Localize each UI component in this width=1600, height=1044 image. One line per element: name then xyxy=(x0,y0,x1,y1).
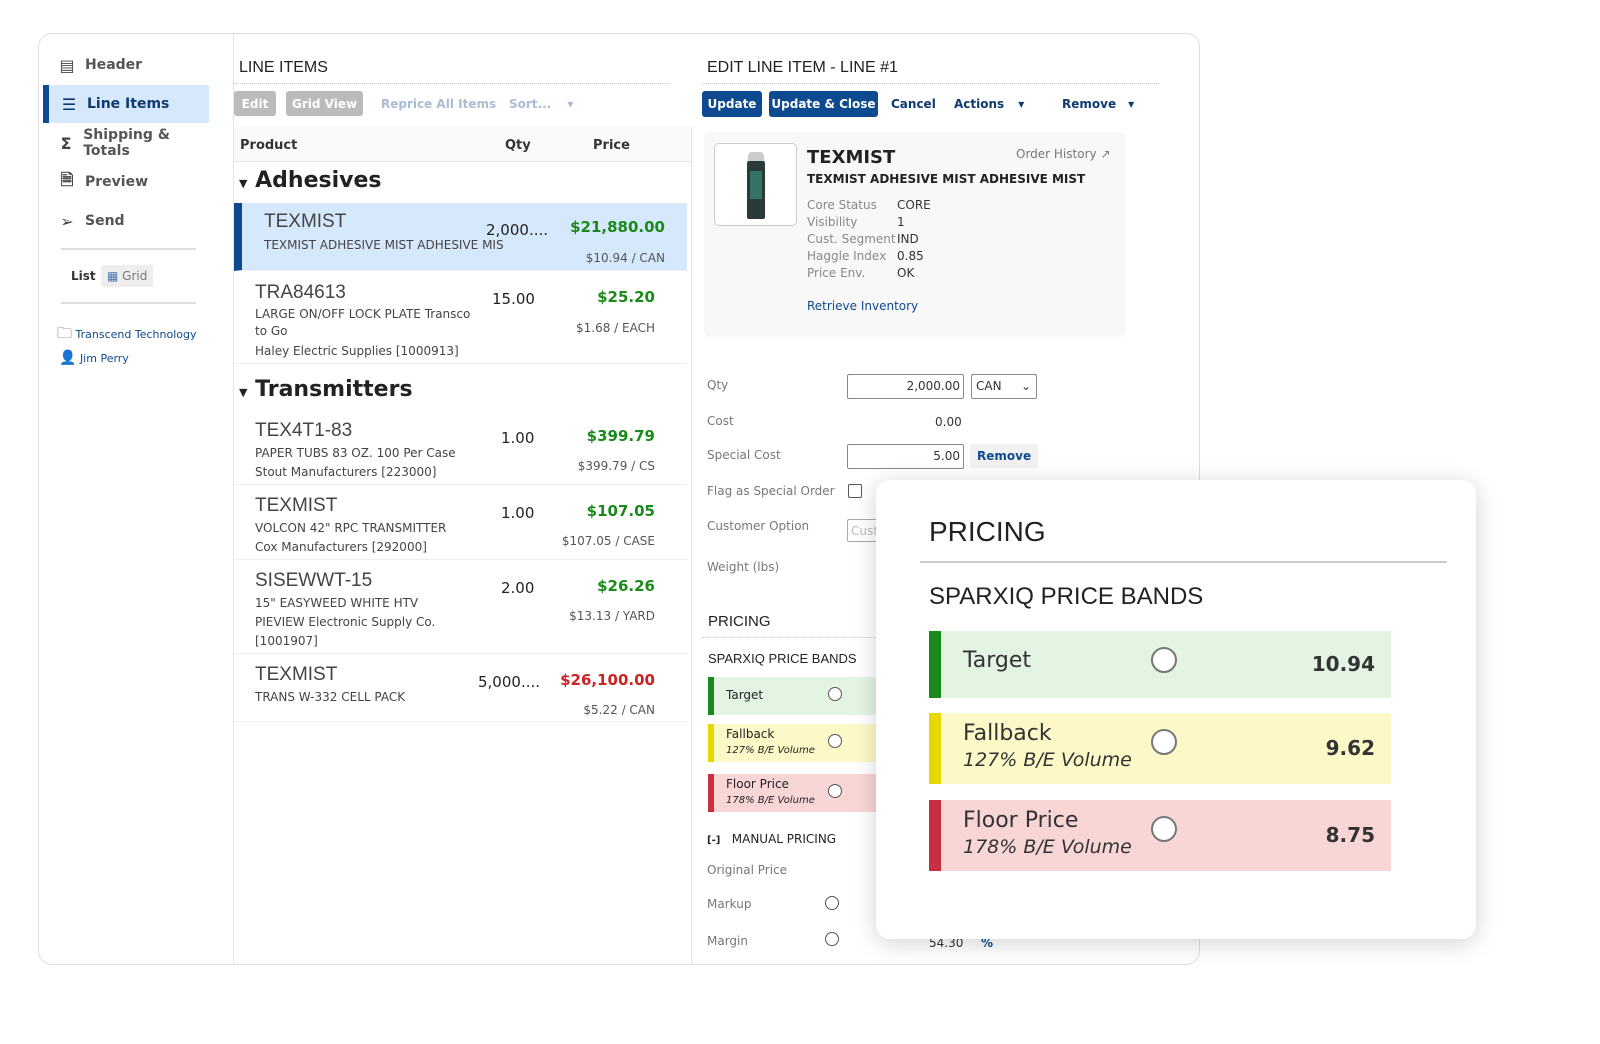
price-bands-title: SPARXIQ PRICE BANDS xyxy=(708,651,857,666)
folder-icon: 🗀 xyxy=(57,324,73,342)
table-row[interactable]: TEXMIST TRANS W-332 CELL PACK 5,000.... … xyxy=(234,656,687,722)
divider xyxy=(920,561,1447,563)
reprice-all-button[interactable]: Reprice All Items xyxy=(381,97,496,111)
remove-dropdown[interactable]: Remove ▾ xyxy=(1062,97,1134,111)
fallback-radio[interactable] xyxy=(1151,729,1177,755)
edit-button[interactable]: Edit xyxy=(234,91,276,116)
table-row[interactable]: SISEWWT-15 15" EASYWEED WHITE HTV PIEVIE… xyxy=(234,562,687,654)
target-radio[interactable] xyxy=(828,687,842,701)
product-attributes: Core Status CORE Visibility 1 Cust. Segmen… xyxy=(807,198,931,280)
divider xyxy=(691,127,692,964)
external-link-icon: ↗ xyxy=(1100,147,1111,161)
callout-band-fallback[interactable]: Fallback 127% B/E Volume 9.62 xyxy=(929,713,1391,784)
update-close-button[interactable]: Update & Close xyxy=(769,91,878,117)
pricing-callout: PRICING SPARXIQ PRICE BANDS Target 10.94… xyxy=(876,480,1476,939)
flag-label: Flag as Special Order xyxy=(707,484,835,498)
sidebar-item-header[interactable]: ▤ Header xyxy=(43,46,209,84)
actions-dropdown[interactable]: Actions ▾ xyxy=(954,97,1024,111)
target-radio[interactable] xyxy=(1151,647,1177,673)
manual-pricing-toggle[interactable]: [-] MANUAL PRICING xyxy=(707,832,836,846)
user-link[interactable]: 👤 Jim Perry xyxy=(59,350,129,366)
sidebar-item-line-items[interactable]: ☰ Line Items xyxy=(43,85,209,123)
margin-label: Margin xyxy=(707,934,748,948)
sort-dropdown[interactable]: Sort... ▾ xyxy=(509,97,573,111)
column-product[interactable]: Product xyxy=(240,138,297,153)
uom-select[interactable]: CAN ⌄ xyxy=(971,374,1037,399)
grid-view-toggle[interactable]: ▦ Grid xyxy=(101,265,154,287)
qty-input[interactable]: 2,000.00 xyxy=(847,374,964,399)
sigma-icon: Σ xyxy=(60,133,72,153)
product-name: TEXMIST ADHESIVE MIST ADHESIVE MIST xyxy=(807,172,1086,186)
user-icon: 👤 xyxy=(59,350,77,366)
list-view-toggle[interactable]: List xyxy=(63,265,104,287)
group-header[interactable]: ▼ Adhesives xyxy=(239,168,382,193)
group-header[interactable]: ▼ Transmitters xyxy=(239,377,413,402)
floor-radio[interactable] xyxy=(828,784,842,798)
column-price[interactable]: Price xyxy=(593,138,630,153)
caret-down-icon: ▾ xyxy=(1128,97,1135,111)
sidebar-item-send[interactable]: ➢ Send xyxy=(43,202,209,240)
order-history-link[interactable]: Order History ↗ xyxy=(1016,147,1111,161)
paper-plane-icon: ➢ xyxy=(60,211,74,231)
price-band-fallback[interactable]: Fallback 127% B/E Volume xyxy=(708,724,878,762)
special-order-checkbox[interactable] xyxy=(848,484,862,498)
edit-title: EDIT LINE ITEM - LINE #1 xyxy=(707,59,898,76)
document-search-icon: 🗎 xyxy=(60,169,74,189)
cost-value: 0.00 xyxy=(935,415,962,429)
callout-bands-title: SPARXIQ PRICE BANDS xyxy=(929,583,1204,610)
cancel-button[interactable]: Cancel xyxy=(891,97,936,111)
column-qty[interactable]: Qty xyxy=(505,138,531,153)
pricing-title: PRICING xyxy=(708,613,771,630)
weight-label: Weight (lbs) xyxy=(707,560,780,574)
markup-radio[interactable] xyxy=(825,896,839,910)
table-row[interactable]: TRA84613 LARGE ON/OFF LOCK PLATE Transco… xyxy=(234,274,687,364)
company-link[interactable]: 🗀 Transcend Technology xyxy=(57,323,196,348)
caret-down-icon: ▾ xyxy=(1018,97,1025,111)
original-price-label: Original Price xyxy=(707,863,788,877)
chevron-down-icon: ⌄ xyxy=(1020,379,1031,393)
newspaper-icon: ▤ xyxy=(59,55,75,75)
divider xyxy=(61,302,196,304)
list-icon: ☰ xyxy=(61,94,77,114)
remove-special-cost-button[interactable]: Remove xyxy=(970,444,1039,468)
margin-radio[interactable] xyxy=(825,932,839,946)
price-band-target[interactable]: Target xyxy=(708,677,878,715)
floor-radio[interactable] xyxy=(1151,816,1177,842)
product-image xyxy=(714,143,797,226)
table-row[interactable]: TEXMIST TEXMIST ADHESIVE MIST ADHESIVE M… xyxy=(234,203,687,271)
grid-icon: ▦ xyxy=(107,269,119,283)
retrieve-inventory-link[interactable]: Retrieve Inventory xyxy=(807,299,918,313)
sidebar-item-preview[interactable]: 🗎 Preview xyxy=(43,163,209,201)
divider xyxy=(234,83,669,84)
price-band-floor[interactable]: Floor Price 178% B/E Volume xyxy=(708,774,878,812)
sidebar-item-shipping-totals[interactable]: Σ Shipping & Totals xyxy=(43,124,209,162)
callout-pricing-title: PRICING xyxy=(929,516,1046,547)
table-row[interactable]: TEX4T1-83 PAPER TUBS 83 OZ. 100 Per Case… xyxy=(234,412,687,485)
table-row[interactable]: TEXMIST VOLCON 42" RPC TRANSMITTER Cox M… xyxy=(234,487,687,560)
special-cost-label: Special Cost xyxy=(707,448,781,462)
callout-band-floor[interactable]: Floor Price 178% B/E Volume 8.75 xyxy=(929,800,1391,871)
markup-label: Markup xyxy=(707,897,752,911)
caret-down-icon: ▾ xyxy=(567,97,574,111)
caret-down-icon: ▼ xyxy=(239,177,248,190)
divider xyxy=(702,83,1159,84)
callout-band-target[interactable]: Target 10.94 xyxy=(929,631,1391,698)
product-code: TEXMIST xyxy=(807,147,896,168)
update-button[interactable]: Update xyxy=(702,91,762,117)
cost-label: Cost xyxy=(707,414,734,428)
fallback-radio[interactable] xyxy=(828,734,842,748)
caret-down-icon: ▼ xyxy=(239,386,248,399)
special-cost-input[interactable]: 5.00 xyxy=(847,444,964,469)
divider xyxy=(61,248,196,250)
qty-label: Qty xyxy=(707,378,729,392)
divider xyxy=(702,637,902,638)
customer-option-label: Customer Option xyxy=(707,519,810,533)
grid-view-button[interactable]: Grid View xyxy=(286,91,363,116)
line-items-title: LINE ITEMS xyxy=(239,59,328,76)
